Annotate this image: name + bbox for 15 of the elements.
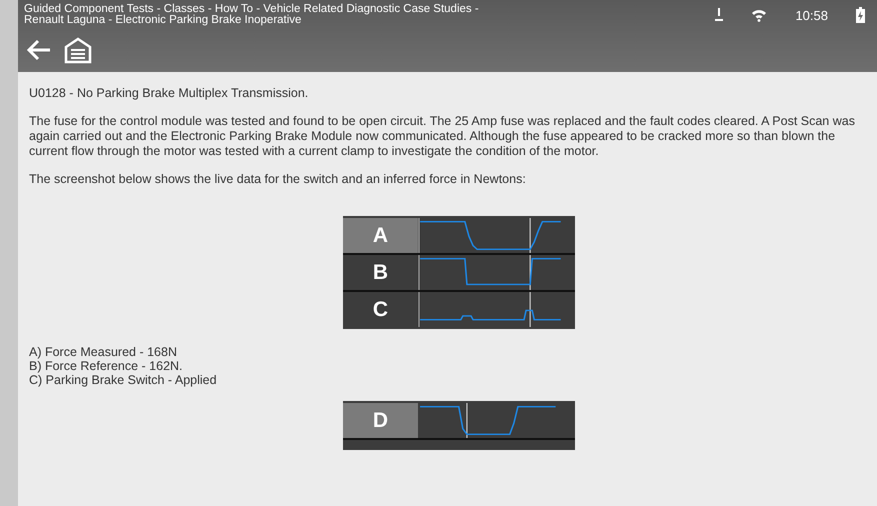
legend-line: B) Force Reference - 162N. bbox=[29, 359, 184, 373]
body-paragraph: The screenshot below shows the live data for the switch and an inferred force in Newtons: bbox=[29, 172, 527, 187]
legend-line: A) Force Measured - 168N bbox=[29, 345, 178, 359]
trace-label: A bbox=[343, 218, 418, 253]
wifi-icon bbox=[751, 8, 768, 22]
trace-label: D bbox=[343, 403, 418, 438]
legend-line: C) Parking Brake Switch - Applied bbox=[29, 373, 218, 387]
back-arrow-icon[interactable] bbox=[26, 38, 52, 62]
body-paragraph: U0128 - No Parking Brake Multiplex Transmission. bbox=[29, 86, 310, 101]
battery-charging-icon bbox=[856, 7, 865, 23]
alert-icon bbox=[715, 8, 724, 22]
garage-home-icon[interactable] bbox=[64, 36, 92, 64]
page-title: Guided Component Tests - Classes - How To - Vehicle Related Diagnostic Case Studies - Renault Laguna - Electronic Parking Brake Inoperative bbox=[24, 4, 480, 26]
body-paragraph: The fuse for the control module was tested and found to be open circuit. The 25 Amp fuse was replaced and the fault codes cleared. A Post Scan was again carried out and the Electronic Parking Brake Module now communicated. Although the fuse appeared to be cracked more so than blown the current flow through the motor was tested with a current clamp to investigate the condition of the motor. bbox=[29, 114, 856, 159]
clock-time: 10:58 bbox=[795, 8, 828, 22]
